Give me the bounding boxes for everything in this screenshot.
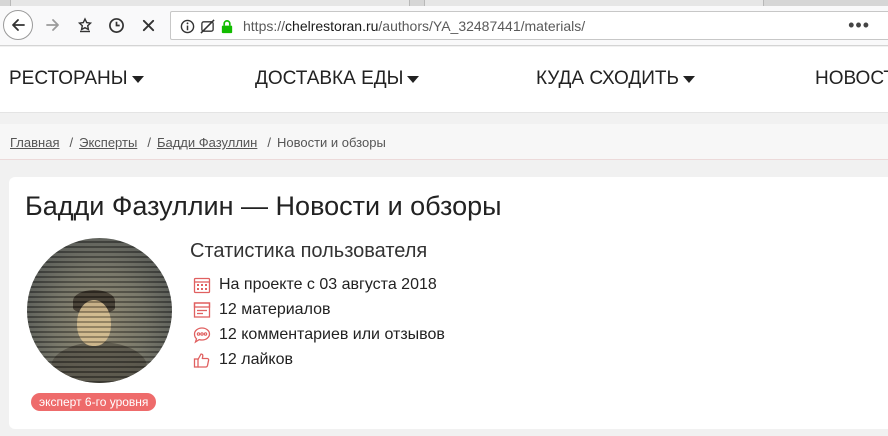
stat-text: 12 лайков — [219, 351, 293, 368]
stat-text: На проекте с 03 августа 2018 — [219, 276, 437, 293]
url-scheme: https:// — [243, 18, 286, 34]
clock-icon — [108, 17, 124, 33]
breadcrumb-author-link[interactable]: Бадди Фазуллин — [157, 135, 257, 150]
nav-item-label: РЕСТОРАНЫ — [9, 68, 128, 89]
stat-text: 12 комментариев или отзывов — [219, 326, 445, 343]
url-text[interactable]: https://chelrestoran.ru/authors/YA_32487… — [243, 18, 585, 34]
browser-toolbar: https://chelrestoran.ru/authors/YA_32487… — [0, 6, 888, 46]
level-badge: эксперт 6-го уровня — [31, 393, 157, 411]
caret-down-icon — [682, 75, 695, 83]
stat-text: 12 материалов — [219, 301, 331, 318]
history-button[interactable] — [101, 10, 131, 40]
page-actions-button[interactable]: ••• — [848, 15, 870, 36]
stats-title: Статистика пользователя — [190, 240, 428, 262]
page-title: Бадди Фазуллин — Новости и обзоры — [25, 191, 502, 221]
nav-item-where-to-go[interactable]: КУДА СХОДИТЬ — [536, 68, 695, 90]
info-icon[interactable] — [179, 18, 195, 34]
stat-likes: 12 лайков — [192, 350, 293, 370]
arrow-right-icon — [46, 19, 59, 31]
tracking-protection-icon[interactable] — [199, 18, 215, 34]
breadcrumb-home-link[interactable]: Главная — [10, 135, 59, 150]
bookmarks-button[interactable] — [70, 10, 100, 40]
nav-item-restaurants[interactable]: РЕСТОРАНЫ — [9, 68, 144, 90]
nav-item-label: КУДА СХОДИТЬ — [536, 68, 679, 89]
caret-down-icon — [407, 75, 420, 83]
breadcrumb-current: Новости и обзоры — [276, 135, 386, 150]
address-bar[interactable]: https://chelrestoran.ru/authors/YA_32487… — [170, 11, 888, 40]
materials-icon — [192, 300, 212, 320]
nav-item-delivery[interactable]: ДОСТАВКА ЕДЫ — [255, 68, 420, 90]
breadcrumb-experts-link[interactable]: Эксперты — [79, 135, 137, 150]
nav-item-news[interactable]: НОВОСТ — [815, 68, 888, 90]
arrow-left-icon — [12, 19, 25, 31]
stat-comments: 12 комментариев или отзывов — [192, 325, 445, 345]
avatar — [27, 238, 172, 383]
breadcrumb-separator: / — [267, 135, 271, 150]
url-host: chelrestoran.ru — [285, 18, 379, 34]
breadcrumb-separator: / — [147, 135, 151, 150]
comment-icon — [192, 325, 212, 345]
star-icon — [77, 17, 93, 33]
forward-button[interactable] — [38, 10, 68, 40]
caret-down-icon — [131, 75, 144, 83]
back-button[interactable] — [3, 10, 33, 40]
profile-card: Бадди Фазуллин — Новости и обзоры экспер… — [9, 177, 888, 429]
lock-icon[interactable] — [219, 18, 235, 34]
breadcrumb: Главная / Эксперты / Бадди Фазуллин / Новости … — [0, 124, 888, 160]
nav-item-label: ДОСТАВКА ЕДЫ — [255, 68, 404, 89]
like-icon — [192, 350, 212, 370]
nav-item-label: НОВОСТ — [815, 68, 888, 89]
url-path: /authors/YA_32487441/materials/ — [378, 18, 586, 34]
stat-registered: На проекте с 03 августа 2018 — [192, 275, 437, 295]
stat-materials: 12 материалов — [192, 300, 330, 320]
stop-button[interactable] — [133, 10, 163, 40]
calendar-icon — [192, 275, 212, 295]
site-nav: РЕСТОРАНЫ ДОСТАВКА ЕДЫ КУДА СХОДИТЬ НОВО… — [0, 47, 888, 113]
close-icon — [142, 19, 154, 31]
breadcrumb-separator: / — [69, 135, 74, 150]
